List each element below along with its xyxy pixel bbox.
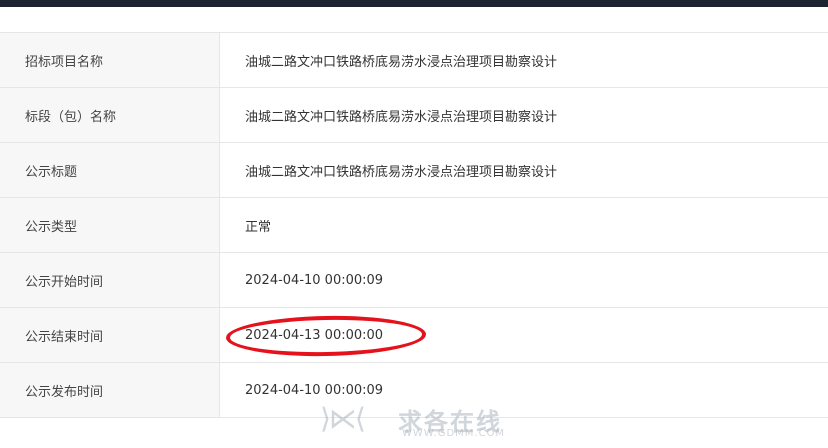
label-project-name: 招标项目名称 — [0, 33, 220, 87]
table-row-project-name: 招标项目名称 油城二路文冲口铁路桥底易涝水浸点治理项目勘察设计 — [0, 33, 828, 88]
value-announcement-title: 油城二路文冲口铁路桥底易涝水浸点治理项目勘察设计 — [245, 164, 558, 180]
table-row-announcement-title: 公示标题 油城二路文冲口铁路桥底易涝水浸点治理项目勘察设计 — [0, 143, 828, 198]
value-project-name: 油城二路文冲口铁路桥底易涝水浸点治理项目勘察设计 — [245, 54, 558, 70]
watermark-logo-icon: ⟩⋉⟨ — [320, 402, 366, 435]
label-section-name: 标段（包）名称 — [0, 88, 220, 142]
label-publish-time: 公示发布时间 — [0, 363, 220, 417]
value-publish-time: 2024-04-10 00:00:09 — [245, 382, 384, 398]
label-announcement-title: 公示标题 — [0, 143, 220, 197]
watermark-url: WWW.GDMM.COM — [402, 428, 506, 439]
value-section-name: 油城二路文冲口铁路桥底易涝水浸点治理项目勘察设计 — [245, 109, 558, 125]
table-row-section-name: 标段（包）名称 油城二路文冲口铁路桥底易涝水浸点治理项目勘察设计 — [0, 88, 828, 143]
table-row-start-time: 公示开始时间 2024-04-10 00:00:09 — [0, 253, 828, 308]
label-end-time: 公示结束时间 — [0, 308, 220, 362]
label-announcement-type: 公示类型 — [0, 198, 220, 252]
top-bar — [0, 0, 828, 7]
value-start-time: 2024-04-10 00:00:09 — [245, 272, 384, 288]
table-row-announcement-type: 公示类型 正常 — [0, 198, 828, 253]
value-announcement-type: 正常 — [245, 219, 272, 235]
watermark: ⟩⋉⟨ 求各在线 WWW.GDMM.COM — [320, 398, 520, 444]
label-start-time: 公示开始时间 — [0, 253, 220, 307]
announcement-detail-table: 招标项目名称 油城二路文冲口铁路桥底易涝水浸点治理项目勘察设计 标段（包）名称 … — [0, 32, 828, 418]
